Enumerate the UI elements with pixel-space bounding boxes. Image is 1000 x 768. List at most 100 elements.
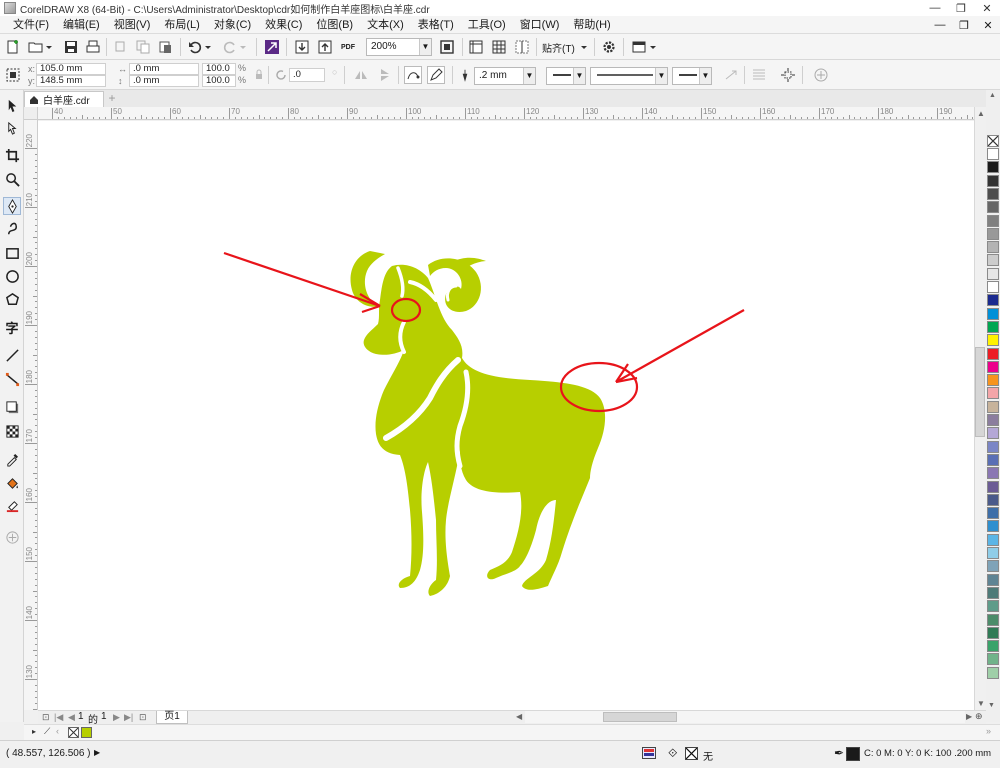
shape-tool-icon[interactable] [3, 119, 21, 137]
drop-shadow-icon[interactable] [3, 398, 21, 416]
options-gear-icon[interactable] [600, 38, 618, 56]
no-color-swatch[interactable] [987, 135, 999, 147]
menu-effects[interactable]: 效果(C) [258, 16, 309, 34]
first-page-icon[interactable]: |◀ [54, 712, 63, 723]
menu-table[interactable]: 表格(T) [411, 16, 461, 34]
horizontal-scrollbar[interactable] [525, 711, 965, 723]
palette-swatch[interactable] [987, 347, 999, 360]
width-field[interactable]: .0 mm [129, 63, 199, 75]
doc-palette-menu-icon[interactable]: ▸ [32, 727, 36, 736]
chevron-down-icon[interactable]: ▼ [655, 68, 667, 84]
palette-swatch[interactable] [987, 174, 999, 187]
doc-restore-icon[interactable]: ❐ [952, 16, 976, 34]
redo-icon[interactable] [221, 38, 239, 56]
ellipse-tool-icon[interactable] [3, 267, 21, 285]
paste-icon[interactable] [156, 38, 174, 56]
outline-color-swatch[interactable] [846, 747, 860, 761]
pen-edit-icon[interactable] [427, 66, 445, 84]
hscroll-left-icon[interactable]: ◀ [516, 712, 522, 721]
add-page-before-icon[interactable]: ⊡ [42, 712, 50, 723]
snap-dropdown-icon[interactable] [579, 38, 589, 56]
connector-tool-icon[interactable] [3, 370, 21, 388]
zoom-level-combo[interactable]: 200% ▼ [366, 38, 432, 56]
mirror-horizontal-icon[interactable] [352, 66, 370, 84]
zoom-tool-icon[interactable] [3, 170, 21, 188]
copy-icon[interactable] [134, 38, 152, 56]
horizontal-ruler[interactable]: 40 50 60 70 80 90 100 110 120 130 140 150 160 170 180 1… [38, 107, 974, 120]
menu-window[interactable]: 窗口(W) [513, 16, 567, 34]
save-icon[interactable] [62, 38, 80, 56]
color-profile-icon[interactable] [642, 747, 656, 759]
artistic-media-icon[interactable] [3, 220, 21, 238]
auto-close-curve-icon[interactable] [404, 66, 422, 84]
eyedropper-small-icon[interactable]: ⟋ [44, 726, 50, 737]
palette-swatch[interactable] [987, 467, 999, 480]
palette-swatch[interactable] [987, 666, 999, 679]
palette-swatch[interactable] [987, 267, 999, 280]
doc-no-color-swatch[interactable] [68, 727, 79, 738]
status-expand-icon[interactable]: ▶ [94, 748, 100, 757]
menu-text[interactable]: 文本(X) [360, 16, 411, 34]
menu-edit[interactable]: 编辑(E) [56, 16, 107, 34]
palette-swatch[interactable] [987, 507, 999, 520]
palette-scroll-down-icon[interactable]: ▼ [988, 702, 995, 709]
palette-swatch[interactable] [987, 414, 999, 426]
application-launcher-icon[interactable] [630, 38, 648, 56]
doc-swatch-lime[interactable] [81, 727, 92, 738]
redo-dropdown-icon[interactable] [238, 38, 248, 56]
chevron-down-icon[interactable]: ▼ [699, 68, 711, 84]
palette-swatch[interactable] [987, 640, 999, 653]
quick-customize-icon[interactable] [3, 528, 21, 546]
palette-swatch[interactable] [987, 360, 999, 373]
palette-swatch[interactable] [987, 374, 999, 387]
cut-icon[interactable] [112, 38, 130, 56]
import-icon[interactable] [293, 38, 311, 56]
hscroll-right-icon[interactable]: ▶ [966, 712, 972, 721]
palette-swatch[interactable] [987, 161, 999, 174]
undo-dropdown-icon[interactable] [203, 38, 213, 56]
chevron-down-icon[interactable]: ▼ [419, 39, 431, 55]
palette-swatch[interactable] [987, 613, 999, 626]
palette-swatch[interactable] [987, 533, 999, 546]
palette-swatch[interactable] [987, 573, 999, 586]
show-grid-icon[interactable] [490, 38, 508, 56]
scroll-down-icon[interactable]: ▼ [977, 699, 985, 708]
mirror-vertical-icon[interactable] [376, 66, 394, 84]
search-content-icon[interactable] [263, 38, 281, 56]
menu-file[interactable]: 文件(F) [6, 16, 56, 34]
new-document-icon[interactable] [4, 38, 22, 56]
minimize-icon[interactable]: — [922, 0, 948, 16]
doc-close-icon[interactable]: ✕ [976, 16, 1000, 34]
pick-tool-icon[interactable] [3, 96, 21, 114]
zoom-navigator-icon[interactable]: ⊕ [975, 711, 986, 723]
add-tab-icon[interactable]: + [106, 92, 118, 104]
transparency-tool-icon[interactable] [3, 422, 21, 440]
add-page-after-icon[interactable]: ⊡ [139, 712, 147, 723]
doc-minimize-icon[interactable]: — [928, 16, 952, 34]
reverse-direction-icon[interactable] [722, 66, 740, 84]
smart-fill-icon[interactable] [3, 496, 21, 514]
palette-swatch[interactable] [987, 241, 999, 254]
horizontal-scroll-thumb[interactable] [603, 712, 677, 722]
close-icon[interactable]: ✕ [974, 0, 1000, 16]
drawing-canvas[interactable] [38, 121, 974, 710]
rectangle-tool-icon[interactable] [3, 244, 21, 262]
open-icon[interactable] [27, 38, 45, 56]
menu-layout[interactable]: 布局(L) [157, 16, 206, 34]
palette-swatch[interactable] [987, 201, 999, 214]
maximize-icon[interactable]: ❐ [948, 0, 974, 16]
quick-customize-icon[interactable] [812, 66, 830, 84]
launcher-dropdown-icon[interactable] [648, 38, 658, 56]
menu-bitmaps[interactable]: 位图(B) [309, 16, 360, 34]
next-page-icon[interactable]: ▶ [113, 712, 120, 723]
palette-swatch[interactable] [987, 307, 999, 320]
show-rulers-icon[interactable] [467, 38, 485, 56]
eyedropper-icon[interactable] [3, 450, 21, 468]
chevron-down-icon[interactable]: ▼ [573, 68, 585, 84]
print-icon[interactable] [84, 38, 102, 56]
snap-to-menu[interactable]: 贴齐(T) [542, 38, 580, 56]
page-tab-1[interactable]: 页1 [156, 711, 188, 724]
document-tab[interactable]: 白羊座.cdr [24, 91, 104, 107]
export-icon[interactable] [316, 38, 334, 56]
menu-help[interactable]: 帮助(H) [566, 16, 617, 34]
